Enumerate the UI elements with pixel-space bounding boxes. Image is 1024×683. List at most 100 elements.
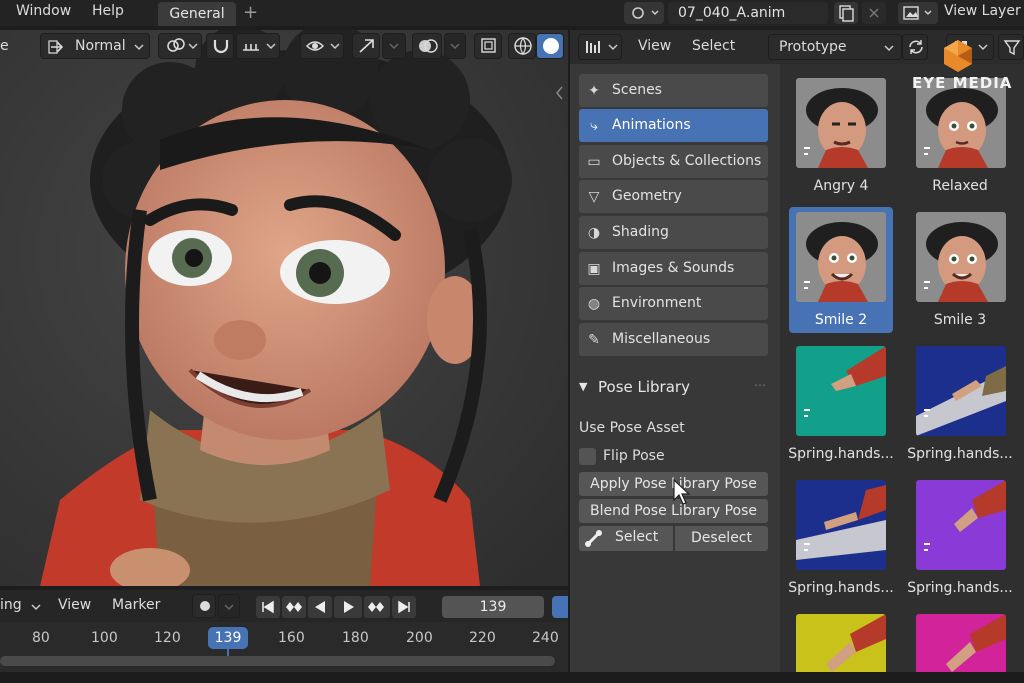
record-button[interactable]	[192, 594, 216, 618]
jump-end-icon	[398, 600, 410, 614]
pencil-icon: ✎	[588, 332, 600, 348]
3d-viewport[interactable]	[0, 30, 568, 586]
snap-target-dropdown[interactable]	[236, 33, 280, 59]
asset-thumbnail-smile-3[interactable]	[916, 212, 1006, 302]
top-bar: Window Help General + 07_040_A.anim View…	[0, 0, 1024, 26]
collection-icon: ▭	[587, 154, 601, 170]
category-label: Miscellaneous	[612, 331, 711, 347]
timeline-menu-marker[interactable]: Marker	[112, 597, 160, 613]
chevron-down-icon	[134, 44, 144, 51]
ab-menu-view[interactable]: View	[638, 38, 671, 54]
select-pose-bones-button[interactable]: Select	[579, 526, 673, 551]
asset-library-dropdown[interactable]: Prototype	[768, 34, 902, 60]
gizmo-dropdown[interactable]	[382, 33, 406, 59]
close-icon	[869, 8, 879, 18]
bone-icon	[585, 530, 602, 547]
play-reverse-button[interactable]	[308, 596, 332, 618]
category-animations[interactable]: ⤷ Animations	[579, 109, 768, 142]
filename-field[interactable]: 07_040_A.anim	[668, 2, 828, 24]
scene-selector-button[interactable]	[624, 2, 664, 24]
wireframe-shading-button[interactable]	[508, 33, 536, 59]
solid-shading-button[interactable]	[536, 33, 564, 59]
jump-start-button[interactable]	[256, 596, 280, 618]
prev-keyframe-icon	[286, 602, 302, 612]
next-keyframe-button[interactable]	[364, 596, 390, 618]
category-shading[interactable]: ◑ Shading	[579, 216, 768, 249]
pose-library-panel-header[interactable]: ▼ Pose Library ⋯	[579, 378, 768, 400]
playback-mode-label[interactable]: ing	[0, 597, 22, 613]
snap-increment-icon	[243, 43, 276, 51]
prev-keyframe-button[interactable]	[282, 596, 306, 618]
shading-icon: ◑	[587, 225, 601, 241]
visibility-dropdown[interactable]	[300, 33, 344, 59]
gizmo-icon	[359, 39, 374, 53]
category-geometry[interactable]: ▽ Geometry	[579, 180, 768, 213]
current-frame-field[interactable]: 139	[442, 596, 544, 618]
pivot-point-dropdown[interactable]	[158, 33, 202, 59]
timeline-menu-view[interactable]: View	[58, 597, 91, 613]
transform-orientation-dropdown[interactable]: Normal	[40, 33, 150, 59]
image-icon	[903, 6, 932, 20]
select-label: Select	[615, 529, 659, 545]
asset-library-label: Prototype	[779, 39, 847, 55]
category-images-sounds[interactable]: ▣ Images & Sounds	[579, 252, 768, 285]
add-workspace-button[interactable]: +	[243, 2, 258, 23]
play-button[interactable]	[334, 596, 362, 618]
deselect-pose-bones-button[interactable]: Deselect	[675, 526, 768, 551]
keying-dropdown[interactable]	[218, 594, 240, 618]
chevron-down-icon	[224, 604, 234, 611]
refresh-library-button[interactable]	[902, 34, 928, 60]
face-pose-thumbnail	[796, 78, 886, 168]
sync-toggle[interactable]	[552, 596, 568, 618]
delete-scene-button[interactable]	[862, 2, 886, 24]
hand-pose-thumbnail	[796, 480, 886, 570]
filter-button[interactable]	[998, 34, 1024, 60]
asset-label: Spring.hands...	[907, 446, 1013, 462]
face-pose-thumbnail	[796, 212, 886, 302]
category-environment[interactable]: ◍ Environment	[579, 287, 768, 320]
asset-thumbnail-hand-pose[interactable]	[916, 480, 1006, 570]
view-layer-selector[interactable]	[898, 2, 938, 24]
frame-tick: 120	[154, 630, 181, 646]
jump-start-icon	[262, 600, 274, 614]
asset-label: Spring.hands...	[788, 580, 894, 596]
playhead-frame-label[interactable]: 139	[208, 627, 248, 649]
ab-menu-select[interactable]: Select	[692, 38, 735, 54]
filter-icon	[1003, 40, 1021, 56]
snap-toggle[interactable]	[206, 33, 234, 59]
category-miscellaneous[interactable]: ✎ Miscellaneous	[579, 323, 768, 356]
menu-window[interactable]: Window	[16, 3, 71, 19]
drag-handle-icon[interactable]: ⋯	[754, 378, 766, 392]
hand-pose-thumbnail	[916, 346, 1006, 436]
menu-help[interactable]: Help	[92, 3, 124, 19]
workspace-tab-general[interactable]: General	[158, 2, 236, 26]
category-objects-collections[interactable]: ▭ Objects & Collections	[579, 145, 768, 178]
asset-thumbnail-hand-pose[interactable]	[916, 346, 1006, 436]
overlays-dropdown[interactable]	[444, 33, 466, 59]
asset-thumbnail-smile-2[interactable]	[796, 212, 886, 302]
chevron-down-icon	[450, 43, 460, 50]
eye-icon	[305, 41, 340, 51]
chevron-down-icon[interactable]	[30, 601, 42, 613]
flip-pose-checkbox[interactable]	[579, 448, 596, 465]
chevron-down-icon	[389, 43, 399, 50]
gizmo-toggle[interactable]	[352, 33, 380, 59]
category-scenes[interactable]: ✦ Scenes	[579, 74, 768, 107]
jump-end-button[interactable]	[392, 596, 416, 618]
asset-label: Smile 2	[814, 312, 868, 328]
overlays-toggle[interactable]	[412, 33, 442, 59]
flip-pose-label: Flip Pose	[603, 448, 665, 464]
asset-label: Spring.hands...	[788, 446, 894, 462]
mode-label-cut: e	[0, 38, 9, 54]
timeline-scrollbar[interactable]	[0, 656, 555, 666]
asset-thumbnail-hand-pose[interactable]	[796, 480, 886, 570]
xray-toggle[interactable]	[474, 33, 502, 59]
asset-thumbnail-hand-pose[interactable]	[796, 346, 886, 436]
collapse-sidebar-arrow-icon[interactable]	[552, 84, 566, 102]
hand-pose-thumbnail	[796, 346, 886, 436]
asset-thumbnail-angry-4[interactable]	[796, 78, 886, 168]
editor-type-dropdown[interactable]	[578, 34, 622, 60]
use-pose-asset-label: Use Pose Asset	[579, 420, 685, 436]
new-scene-button[interactable]	[834, 2, 858, 24]
view-layer-name[interactable]: View Layer	[944, 3, 1021, 19]
